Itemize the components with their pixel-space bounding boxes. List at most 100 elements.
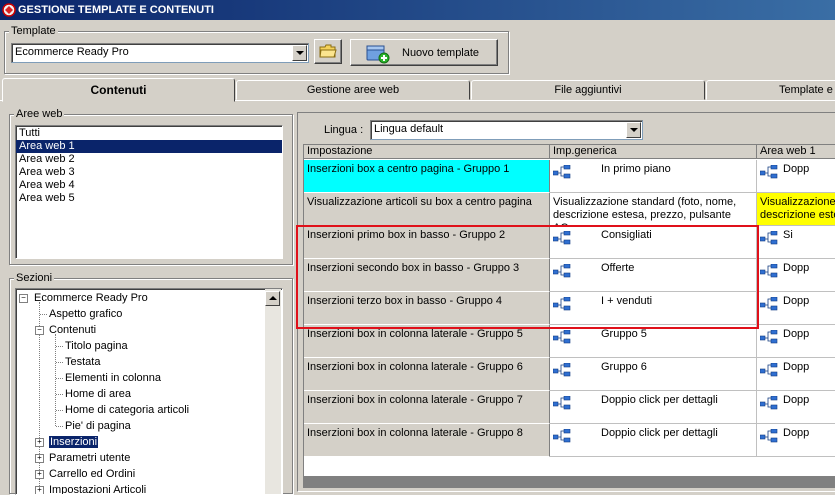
- lingua-select-value: Lingua default: [374, 123, 444, 135]
- grid-cell-area1[interactable]: Dopp: [757, 325, 835, 358]
- hierarchy-icon: [552, 230, 571, 245]
- grid-cell-generic[interactable]: Gruppo 5: [550, 325, 757, 358]
- grid-cell-area1[interactable]: Dopp: [757, 424, 835, 457]
- grid-cell-generic[interactable]: Doppio click per dettagli: [550, 391, 757, 424]
- tree-line: [55, 334, 56, 426]
- new-template-label: Nuovo template: [402, 47, 480, 59]
- grid-cell-generic[interactable]: Visualizzazione standard (foto, nome, de…: [550, 193, 757, 226]
- chevron-down-icon[interactable]: [626, 122, 641, 138]
- lingua-select[interactable]: Lingua default: [370, 120, 643, 140]
- grid-cell-area1[interactable]: Dopp: [757, 292, 835, 325]
- grid-cell-area1[interactable]: Dopp: [757, 259, 835, 292]
- list-item[interactable]: Area web 1: [16, 140, 282, 153]
- expand-icon[interactable]: +: [35, 438, 44, 447]
- tab-file-aggiuntivi[interactable]: File aggiuntivi: [471, 80, 705, 100]
- tree-item[interactable]: Carrello ed Ordini: [49, 466, 135, 482]
- list-item[interactable]: Area web 2: [16, 153, 282, 166]
- grid-cell-generic[interactable]: Consigliati: [550, 226, 757, 259]
- grid-cell-text: Inserzioni box in colonna laterale - Gru…: [307, 427, 523, 439]
- tab-contenuti[interactable]: Contenuti: [2, 78, 235, 102]
- tree-scrollbar[interactable]: [265, 289, 281, 494]
- col-header-impostazione[interactable]: Impostazione: [304, 145, 550, 159]
- grid-cell-area1[interactable]: Dopp: [757, 391, 835, 424]
- scroll-up-button[interactable]: [265, 291, 280, 306]
- col-header-imp-generica[interactable]: Imp.generica: [550, 145, 757, 159]
- tree-line: [56, 346, 63, 347]
- grid-cell-text: Gruppo 5: [601, 328, 647, 340]
- grid-cell-name[interactable]: Inserzioni box in colonna laterale - Gru…: [304, 424, 550, 457]
- folder-icon: [319, 44, 337, 58]
- tree-item[interactable]: Home di categoria articoli: [65, 402, 189, 418]
- tree-item[interactable]: Elementi in colonna: [65, 370, 161, 386]
- grid-cell-text: I + venduti: [601, 295, 653, 307]
- sezioni-tree[interactable]: Ecommerce Ready Pro − Aspetto grafico Conte…: [15, 288, 283, 495]
- grid-cell-name[interactable]: Inserzioni box in colonna laterale - Gru…: [304, 358, 550, 391]
- grid-cell-name[interactable]: Inserzioni box a centro pagina - Gruppo …: [304, 160, 550, 193]
- grid-cell-generic[interactable]: I + venduti: [550, 292, 757, 325]
- grid-cell-text: Doppio click per dettagli: [601, 394, 718, 406]
- tab-gestione-aree-web[interactable]: Gestione aree web: [236, 80, 470, 100]
- tree-item[interactable]: Inserzioni: [47, 434, 100, 450]
- lingua-label: Lingua :: [324, 124, 364, 136]
- grid-cell-name[interactable]: Inserzioni terzo box in basso - Gruppo 4: [304, 292, 550, 325]
- tree-item[interactable]: Testata: [65, 354, 100, 370]
- hierarchy-icon: [552, 362, 571, 377]
- chevron-down-icon[interactable]: [292, 45, 307, 61]
- grid-cell-name[interactable]: Visualizzazione articoli su box a centro…: [304, 193, 550, 226]
- grid-cell-name[interactable]: Inserzioni box in colonna laterale - Gru…: [304, 325, 550, 358]
- collapse-icon[interactable]: −: [19, 294, 28, 303]
- list-item[interactable]: Area web 5: [16, 192, 282, 205]
- open-folder-button[interactable]: [314, 39, 342, 64]
- grid-cell-text: Consigliati: [601, 229, 652, 241]
- new-document-icon: [366, 45, 390, 64]
- tree-item[interactable]: Parametri utente: [49, 450, 130, 466]
- list-item[interactable]: Tutti: [16, 127, 282, 140]
- grid-cell-area1[interactable]: Si: [757, 226, 835, 259]
- grid-cell-generic[interactable]: Offerte: [550, 259, 757, 292]
- tree-item[interactable]: Ecommerce Ready Pro: [34, 290, 148, 306]
- tree-line: [56, 378, 63, 379]
- template-select[interactable]: Ecommerce Ready Pro: [11, 43, 309, 63]
- expand-icon[interactable]: +: [35, 454, 44, 463]
- list-item[interactable]: Area web 3: [16, 166, 282, 179]
- tree-item[interactable]: Contenuti: [49, 322, 96, 338]
- grid-cell-generic[interactable]: Gruppo 6: [550, 358, 757, 391]
- grid-cell-text: Inserzioni primo box in basso - Gruppo 2: [307, 229, 506, 241]
- tree-item-label: Contenuti: [49, 324, 97, 336]
- hierarchy-icon: [552, 164, 571, 179]
- sezioni-label: Sezioni: [14, 272, 55, 284]
- grid-cell-text: Dopp: [783, 427, 810, 439]
- aree-web-list[interactable]: Tutti Area web 1 Area web 2 Area web 3 Area …: [15, 125, 283, 259]
- tree-item[interactable]: Titolo pagina: [65, 338, 128, 354]
- grid-cell-text: Inserzioni terzo box in basso - Gruppo 4: [307, 295, 503, 307]
- tree-item[interactable]: Pie' di pagina: [65, 418, 131, 434]
- grid-cell-generic[interactable]: Doppio click per dettagli: [550, 424, 757, 457]
- tree-item[interactable]: Impostazioni Articoli: [49, 482, 147, 495]
- expand-icon[interactable]: +: [35, 470, 44, 479]
- tree-item[interactable]: Home di area: [65, 386, 131, 402]
- tab-template-e[interactable]: Template e: [706, 80, 835, 100]
- collapse-icon[interactable]: −: [35, 326, 44, 335]
- grid-cell-area1[interactable]: Dopp: [757, 160, 835, 193]
- new-template-button[interactable]: Nuovo template: [350, 39, 498, 66]
- grid-bottom-bar: [303, 476, 835, 488]
- hierarchy-icon: [552, 395, 571, 410]
- col-header-area-web-1[interactable]: Area web 1: [757, 145, 835, 159]
- grid-cell-name[interactable]: Inserzioni box in colonna laterale - Gru…: [304, 391, 550, 424]
- grid-cell-generic[interactable]: In primo piano: [550, 160, 757, 193]
- grid-cell-area1[interactable]: Dopp: [757, 358, 835, 391]
- expand-icon[interactable]: +: [35, 486, 44, 494]
- hierarchy-icon: [552, 263, 571, 278]
- grid-cell-name[interactable]: Inserzioni secondo box in basso - Gruppo…: [304, 259, 550, 292]
- tree-item-label: Impostazioni Articoli: [49, 484, 147, 495]
- hierarchy-icon: [759, 296, 778, 311]
- hierarchy-icon: [759, 362, 778, 377]
- tree-item-label: Titolo pagina: [65, 340, 128, 352]
- tree-line: [56, 394, 63, 395]
- list-item[interactable]: Area web 4: [16, 179, 282, 192]
- tree-item[interactable]: Aspetto grafico: [49, 306, 122, 322]
- grid-cell-area1[interactable]: Visualizzazione descrizione este: [757, 193, 835, 226]
- grid-cell-name[interactable]: Inserzioni primo box in basso - Gruppo 2: [304, 226, 550, 259]
- grid-cell-text: Offerte: [601, 262, 635, 274]
- hierarchy-icon: [759, 230, 778, 245]
